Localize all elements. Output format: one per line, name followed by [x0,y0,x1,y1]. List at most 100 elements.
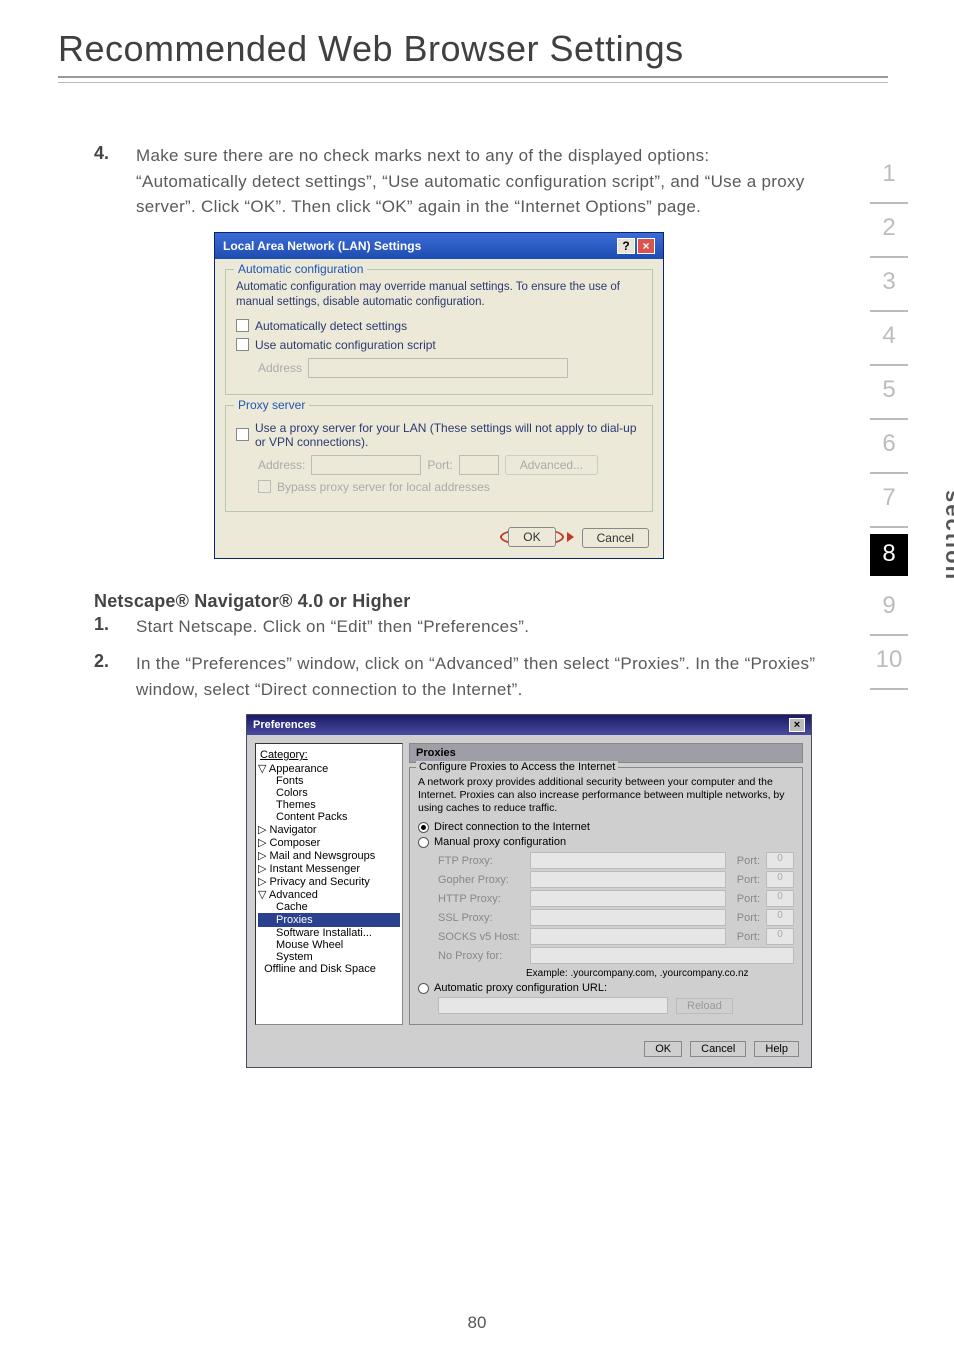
tree-item[interactable]: ▷ Mail and Newsgroups [258,849,400,862]
auto-config-fieldset: Automatic configuration Automatic config… [225,269,653,395]
close-button[interactable]: × [789,718,805,732]
ok-highlight: OK [500,528,573,548]
tree-item[interactable]: Themes [258,799,400,811]
ok-button[interactable]: OK [508,527,555,547]
auto-script-label: Use automatic configuration script [255,338,436,352]
tree-item[interactable]: Software Installati... [258,927,400,939]
section-sidebar: 1 2 3 4 5 6 7 8 9 10 [870,160,908,690]
ftp-input [530,852,726,869]
step-4-text: Make sure there are no check marks next … [136,143,824,220]
auto-config-desc: Automatic configuration may override man… [236,280,642,311]
auto-url-radio[interactable]: Automatic proxy configuration URL: [418,982,794,994]
category-header: Category: [258,748,400,762]
proxy-address-input [311,455,421,475]
tree-item[interactable]: ▽ Appearance [258,762,400,775]
sidebar-label: section [940,490,954,581]
tree-item[interactable]: System [258,951,400,963]
lan-title-bar: Local Area Network (LAN) Settings ? × [215,233,663,259]
tree-item[interactable]: ▷ Navigator [258,823,400,836]
sidebar-item-1[interactable]: 1 [870,160,908,204]
checkbox-icon[interactable] [236,319,249,332]
proxy-fieldset: Proxy server Use a proxy server for your… [225,405,653,512]
sidebar-item-2[interactable]: 2 [870,204,908,258]
checkbox-icon [258,480,271,493]
auto-config-legend: Automatic configuration [234,262,367,276]
ns-proxy-fieldset: Configure Proxies to Access the Internet… [409,767,803,1025]
proxy-use-label: Use a proxy server for your LAN (These s… [255,421,642,449]
manual-proxy-radio[interactable]: Manual proxy configuration [418,836,794,848]
ssl-input [530,909,726,926]
cancel-button[interactable]: Cancel [582,528,649,548]
ns-category-tree[interactable]: Category: ▽ Appearance Fonts Colors Them… [255,743,403,1025]
sidebar-item-4[interactable]: 4 [870,312,908,366]
radio-icon[interactable] [418,822,429,833]
sidebar-item-7[interactable]: 7 [870,474,908,528]
ns-desc: A network proxy provides additional secu… [418,776,794,815]
port-input: 0 [766,928,794,945]
arrow-icon [567,532,574,542]
tree-item[interactable]: ▷ Composer [258,836,400,849]
tree-item[interactable]: Mouse Wheel [258,939,400,951]
page-title: Recommended Web Browser Settings [0,0,954,76]
netscape-preferences-dialog: Preferences × Category: ▽ Appearance Fon… [246,714,812,1068]
proxy-port-label: Port: [427,458,452,472]
step-1: 1. Start Netscape. Click on “Edit” then … [94,614,824,640]
gopher-label: Gopher Proxy: [438,874,524,886]
checkbox-icon[interactable] [236,428,249,441]
proxy-use-row[interactable]: Use a proxy server for your LAN (These s… [236,421,642,449]
address-label: Address [258,361,302,375]
step-4: 4. Make sure there are no check marks ne… [94,143,824,220]
sidebar-item-9[interactable]: 9 [870,582,908,636]
step-2: 2. In the “Preferences” window, click on… [94,651,824,702]
tree-item[interactable]: ▷ Privacy and Security [258,875,400,888]
port-input: 0 [766,852,794,869]
manual-label: Manual proxy configuration [434,836,566,848]
noproxy-label: No Proxy for: [438,950,524,962]
step-2-num: 2. [94,651,136,702]
port-label: Port: [732,931,760,943]
help-button[interactable]: Help [754,1041,799,1057]
sidebar-item-5[interactable]: 5 [870,366,908,420]
tree-item[interactable]: ▷ Instant Messenger [258,862,400,875]
auto-detect-row[interactable]: Automatically detect settings [236,319,642,333]
direct-connection-radio[interactable]: Direct connection to the Internet [418,821,794,833]
radio-icon[interactable] [418,837,429,848]
title-underline [58,76,888,78]
auto-script-row[interactable]: Use automatic configuration script [236,338,642,352]
cancel-button[interactable]: Cancel [690,1041,746,1057]
proxy-legend: Proxy server [234,398,309,412]
proxy-port-input [459,455,499,475]
checkbox-icon[interactable] [236,338,249,351]
tree-item[interactable]: Content Packs [258,811,400,823]
lan-title-text: Local Area Network (LAN) Settings [223,239,421,253]
port-input: 0 [766,890,794,907]
ns-title-bar: Preferences × [247,715,811,735]
help-button[interactable]: ? [617,238,635,254]
sidebar-item-10[interactable]: 10 [870,636,908,690]
tree-item-proxies[interactable]: Proxies [258,913,400,927]
ssl-label: SSL Proxy: [438,912,524,924]
http-input [530,890,726,907]
sidebar-item-3[interactable]: 3 [870,258,908,312]
port-label: Port: [732,893,760,905]
tree-item[interactable]: Fonts [258,775,400,787]
port-label: Port: [732,855,760,867]
proxy-address-label: Address: [258,458,305,472]
auto-url-input [438,997,668,1014]
tree-item[interactable]: Colors [258,787,400,799]
radio-icon[interactable] [418,983,429,994]
socks-label: SOCKS v5 Host: [438,931,524,943]
tree-item[interactable]: ▽ Advanced [258,888,400,901]
close-button[interactable]: × [637,238,655,254]
port-label: Port: [732,912,760,924]
reload-button: Reload [676,998,733,1014]
sidebar-item-6[interactable]: 6 [870,420,908,474]
step-2-text: In the “Preferences” window, click on “A… [136,651,824,702]
lan-settings-dialog: Local Area Network (LAN) Settings ? × Au… [214,232,664,559]
tree-item[interactable]: Cache [258,901,400,913]
bypass-row: Bypass proxy server for local addresses [258,480,642,494]
port-label: Port: [732,874,760,886]
ok-button[interactable]: OK [644,1041,682,1057]
tree-item[interactable]: Offline and Disk Space [258,963,400,975]
sidebar-item-8[interactable]: 8 [870,534,908,576]
